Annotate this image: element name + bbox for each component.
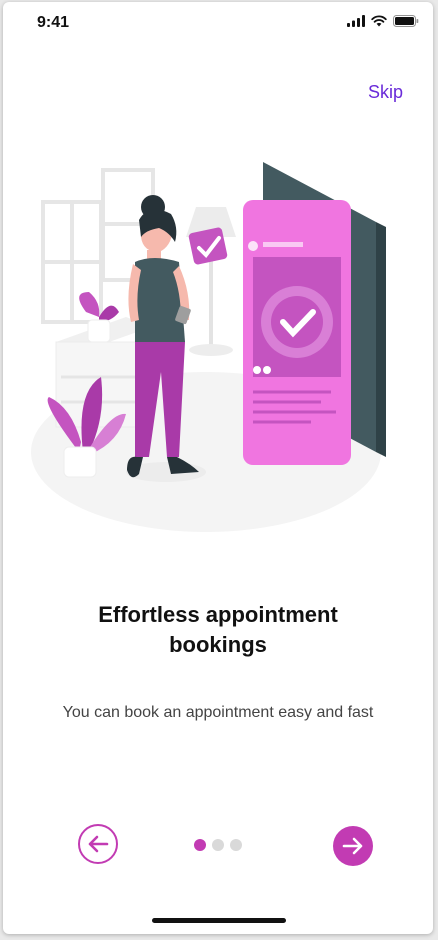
onboarding-title: Effortless appointment bookings (3, 600, 433, 660)
arrow-right-circle-icon (342, 837, 363, 855)
home-indicator (152, 918, 286, 923)
signal-icon (347, 15, 365, 27)
pagination-dots (194, 839, 242, 851)
status-icons (347, 15, 419, 27)
page-dot-3[interactable] (230, 839, 242, 851)
title-line-1: Effortless appointment (98, 602, 338, 627)
page-dot-2[interactable] (212, 839, 224, 851)
arrow-left-circle-icon (88, 835, 109, 853)
onboarding-subtitle: You can book an appointment easy and fas… (62, 704, 374, 721)
onboarding-illustration (31, 162, 386, 532)
title-line-2: bookings (169, 632, 267, 657)
skip-button[interactable]: Skip (368, 82, 403, 103)
phone-screen: 9:41 Skip Effortless appointment booking… (3, 2, 433, 934)
status-bar: 9:41 (3, 2, 433, 46)
battery-icon (393, 15, 419, 27)
wifi-icon (371, 15, 387, 27)
back-button[interactable] (78, 824, 118, 864)
next-button[interactable] (333, 826, 373, 866)
page-dot-1[interactable] (194, 839, 206, 851)
status-time: 9:41 (37, 14, 70, 31)
